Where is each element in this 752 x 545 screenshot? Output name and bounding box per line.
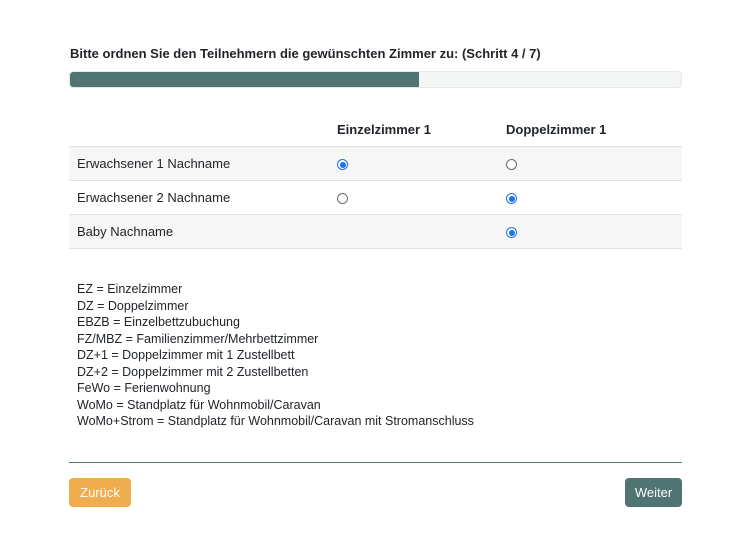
column-header-einzelzimmer: Einzelzimmer 1 (337, 113, 506, 147)
cell-doppelzimmer (506, 180, 682, 215)
cell-einzelzimmer (337, 146, 506, 181)
radio-einzelzimmer[interactable] (337, 193, 348, 205)
column-header-participant (69, 113, 337, 147)
legend-line: EZ = Einzelzimmer (77, 282, 183, 296)
table-row: Erwachsener 1 Nachname (69, 146, 682, 181)
participant-name: Erwachsener 2 Nachname (69, 180, 337, 215)
progress-bar-fill (70, 72, 419, 87)
legend-line: WoMo = Standplatz für Wohnmobil/Caravan (77, 397, 321, 412)
column-header-doppelzimmer: Doppelzimmer 1 (506, 113, 682, 147)
next-button[interactable]: Weiter (625, 478, 682, 507)
legend-line: FZ/MBZ = Familienzimmer/Mehrbettzimmer (77, 331, 319, 346)
radio-doppelzimmer[interactable] (506, 227, 517, 239)
legend-line: DZ = Doppelzimmer (77, 298, 189, 313)
cell-einzelzimmer (337, 214, 506, 249)
divider (69, 462, 682, 463)
legend-line: FeWo = Ferienwohnung (77, 381, 211, 395)
cell-doppelzimmer (506, 214, 682, 249)
table-row: Baby Nachname (69, 214, 682, 249)
participant-name: Erwachsener 1 Nachname (69, 146, 337, 181)
table-header-row: Einzelzimmer 1 Doppelzimmer 1 (69, 113, 682, 147)
room-type-legend: EZ = Einzelzimmer DZ = Doppelzimmer EBZB =… (77, 281, 474, 430)
legend-line: EBZB = Einzelbettzubuchung (77, 315, 240, 329)
legend-line: WoMo+Strom = Standplatz für Wohnmobil/Ca… (77, 414, 474, 428)
progress-bar (69, 71, 682, 88)
back-button[interactable]: Zurück (69, 478, 131, 507)
table-row: Erwachsener 2 Nachname (69, 180, 682, 215)
legend-line: DZ+1 = Doppelzimmer mit 1 Zustellbett (77, 348, 295, 362)
cell-einzelzimmer (337, 180, 506, 215)
page-heading: Bitte ordnen Sie den Teilnehmern die gew… (70, 46, 541, 61)
legend-line: DZ+2 = Doppelzimmer mit 2 Zustellbetten (77, 364, 309, 379)
radio-doppelzimmer[interactable] (506, 159, 517, 171)
participant-name: Baby Nachname (69, 214, 337, 249)
radio-einzelzimmer[interactable] (337, 159, 348, 171)
cell-doppelzimmer (506, 146, 682, 181)
radio-doppelzimmer[interactable] (506, 193, 517, 205)
room-assignment-table: Einzelzimmer 1 Doppelzimmer 1 Erwachsene… (69, 113, 682, 249)
